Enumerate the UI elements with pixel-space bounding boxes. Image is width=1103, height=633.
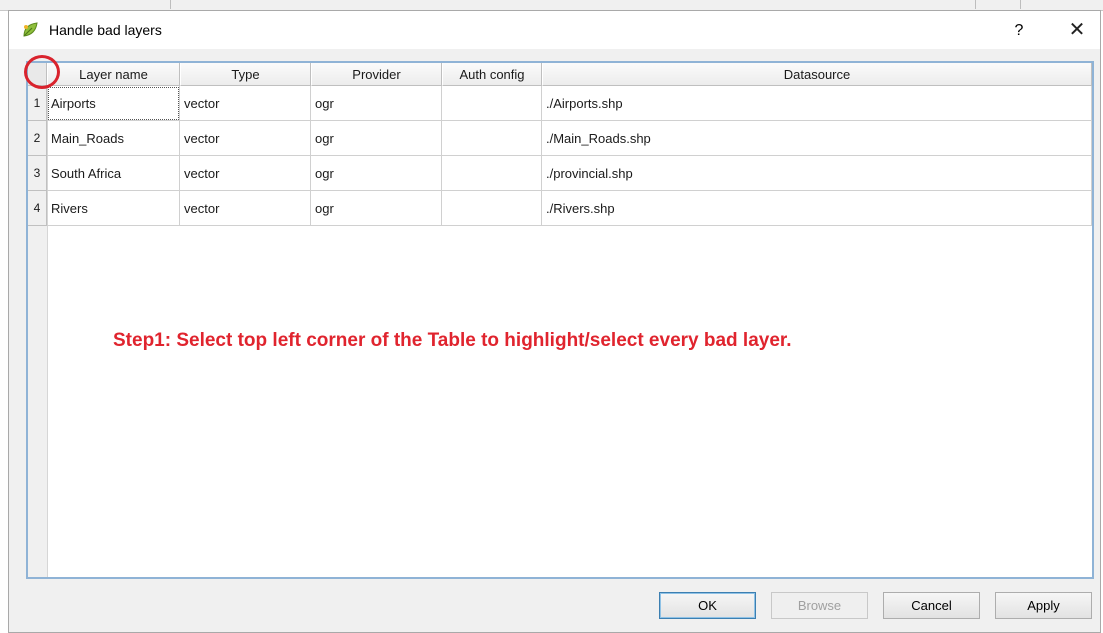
help-button[interactable]: ? [1005, 19, 1033, 43]
column-header-provider[interactable]: Provider [311, 63, 442, 86]
browse-button[interactable]: Browse [771, 592, 868, 619]
cell-auth-config[interactable] [442, 86, 542, 121]
ok-button[interactable]: OK [659, 592, 756, 619]
cell-provider[interactable]: ogr [311, 191, 442, 226]
cell-auth-config[interactable] [442, 156, 542, 191]
bad-layers-table[interactable]: Layer name Type Provider Auth config Dat… [26, 61, 1094, 579]
background-segment [140, 0, 171, 9]
background-segment [205, 0, 976, 9]
cell-auth-config[interactable] [442, 121, 542, 156]
cell-layer-name[interactable]: Main_Roads [47, 121, 180, 156]
cell-type[interactable]: vector [180, 191, 311, 226]
select-all-corner-button[interactable] [28, 63, 47, 86]
dialog-title: Handle bad layers [49, 22, 162, 38]
cell-layer-name[interactable]: Rivers [47, 191, 180, 226]
cell-type[interactable]: vector [180, 156, 311, 191]
instruction-annotation: Step1: Select top left corner of the Tab… [113, 330, 792, 351]
cell-layer-name[interactable]: South Africa [47, 156, 180, 191]
cancel-button[interactable]: Cancel [883, 592, 980, 619]
cell-provider[interactable]: ogr [311, 121, 442, 156]
qgis-leaf-icon [23, 22, 38, 37]
cell-auth-config[interactable] [442, 191, 542, 226]
column-header-type[interactable]: Type [180, 63, 311, 86]
row-header-1[interactable]: 1 [28, 86, 47, 121]
row-header-3[interactable]: 3 [28, 156, 47, 191]
column-header-layer-name[interactable]: Layer name [47, 63, 180, 86]
cell-provider[interactable]: ogr [311, 156, 442, 191]
column-header-auth-config[interactable]: Auth config [442, 63, 542, 86]
cell-datasource[interactable]: ./Rivers.shp [542, 191, 1092, 226]
cell-datasource[interactable]: ./provincial.shp [542, 156, 1092, 191]
cell-type[interactable]: vector [180, 121, 311, 156]
handle-bad-layers-dialog: Handle bad layers ? ✕ Layer name Type Pr… [8, 10, 1101, 633]
cell-datasource[interactable]: ./Airports.shp [542, 86, 1092, 121]
close-button[interactable]: ✕ [1063, 17, 1091, 43]
column-header-datasource[interactable]: Datasource [542, 63, 1092, 86]
row-header-2[interactable]: 2 [28, 121, 47, 156]
cell-provider[interactable]: ogr [311, 86, 442, 121]
cell-layer-name[interactable]: Airports [47, 86, 180, 121]
row-header-4[interactable]: 4 [28, 191, 47, 226]
cell-datasource[interactable]: ./Main_Roads.shp [542, 121, 1092, 156]
apply-button[interactable]: Apply [995, 592, 1092, 619]
title-bar: Handle bad layers ? ✕ [9, 11, 1100, 49]
background-segment [990, 0, 1021, 9]
cell-type[interactable]: vector [180, 86, 311, 121]
